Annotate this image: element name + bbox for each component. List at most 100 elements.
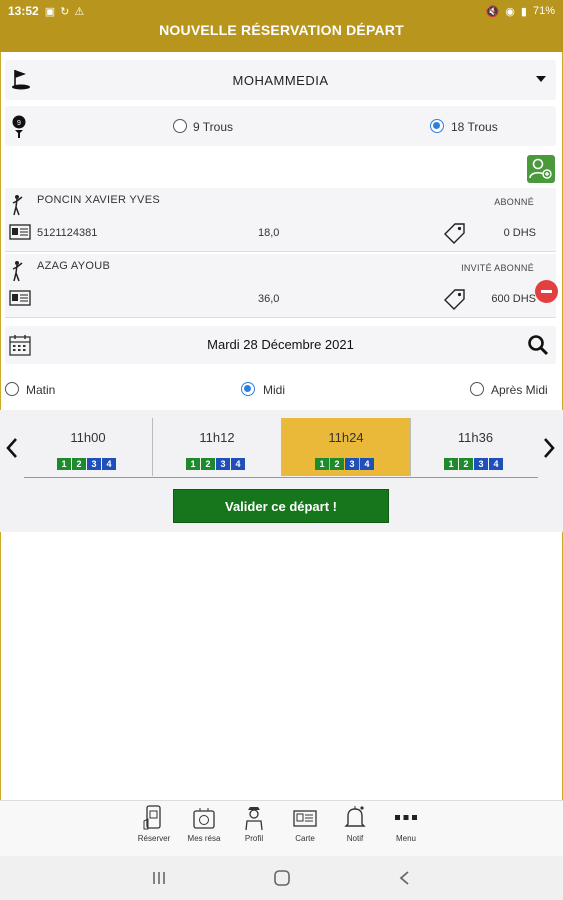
golf-bag-icon	[193, 808, 215, 829]
slot-spot: 4	[231, 458, 245, 470]
search-icon[interactable]	[527, 334, 549, 356]
chevron-right-icon[interactable]	[542, 437, 556, 459]
id-card-icon	[9, 224, 31, 240]
golfer-icon	[12, 195, 23, 216]
slot-time: 11h36	[457, 430, 494, 445]
player-handicap: 36,0	[258, 293, 280, 305]
radio-afternoon[interactable]	[470, 382, 484, 396]
status-bar: 13:52 ▣ ↻ ⚠ 🔇 ◉ ▮ 71%	[0, 0, 563, 22]
period-selector: Matin Midi Après Midi	[0, 378, 563, 402]
player-name: PONCIN XAVIER YVES	[37, 194, 160, 206]
golfer-icon	[12, 261, 23, 282]
bell-icon	[344, 806, 366, 827]
nav-item-reserver[interactable]: Réserver	[131, 805, 177, 843]
id-card-icon	[9, 290, 31, 306]
club-selector[interactable]: MOHAMMEDIA	[5, 60, 556, 100]
nav-item-notif[interactable]: Notif	[332, 805, 378, 843]
slot-spot: 1	[315, 458, 329, 470]
player-price: 600 DHS	[491, 293, 536, 305]
slot-availability: 1 2 3 4	[186, 458, 245, 470]
price-tag-icon	[444, 289, 465, 310]
system-navigation-bar	[0, 856, 563, 900]
nav-item-carte[interactable]: Carte	[282, 805, 328, 843]
nav-label: Notif	[346, 834, 364, 843]
time-slot[interactable]: 11h36 1 2 3 4	[411, 418, 540, 476]
date-selector[interactable]: Mardi 28 Décembre 2021	[5, 326, 556, 364]
player-type: INVITÉ ABONNÉ	[461, 263, 534, 273]
slot-spot: 2	[201, 458, 215, 470]
selected-date: Mardi 28 Décembre 2021	[207, 337, 354, 352]
remove-player-button[interactable]	[535, 280, 558, 303]
recent-apps-icon[interactable]	[150, 870, 168, 886]
nav-label: Réserver	[137, 834, 171, 843]
golf-ball-tee-icon: 9	[12, 115, 26, 138]
sync-notification-icon: ↻	[60, 5, 70, 18]
slot-availability: 1 2 3 4	[444, 458, 503, 470]
holes-selector: 9 9 Trous 18 Trous	[5, 106, 556, 146]
label-9-holes: 9 Trous	[193, 120, 234, 134]
slot-spot: 4	[489, 458, 503, 470]
slot-spot: 1	[57, 458, 71, 470]
slot-spot: 3	[474, 458, 488, 470]
signal-icon: ▮	[520, 5, 527, 18]
slots-divider	[24, 477, 538, 478]
chevron-down-icon[interactable]	[536, 76, 546, 82]
price-tag-icon	[444, 223, 465, 244]
nav-item-menu[interactable]: Menu	[383, 805, 429, 843]
label-afternoon: Après Midi	[491, 383, 548, 397]
slot-spot: 2	[330, 458, 344, 470]
player-handicap: 18,0	[258, 227, 280, 239]
page-title: NOUVELLE RÉSERVATION DÉPART	[0, 22, 563, 52]
player-type: ABONNÉ	[494, 197, 534, 207]
golfer-profile-icon	[245, 807, 263, 831]
slot-spot: 4	[360, 458, 374, 470]
nav-label: Carte	[295, 834, 315, 843]
slot-availability: 1 2 3 4	[315, 458, 374, 470]
nav-label: Mes résa	[187, 834, 221, 843]
time-slot[interactable]: 11h00 1 2 3 4	[24, 418, 153, 476]
player-card[interactable]: AZAG AYOUB INVITÉ ABONNÉ 36,0 600 DHS	[5, 254, 556, 318]
nav-label: Menu	[395, 834, 416, 843]
image-notification-icon: ▣	[44, 5, 56, 18]
club-name: MOHAMMEDIA	[232, 72, 329, 88]
back-icon[interactable]	[396, 870, 414, 886]
player-license-number: 5121124381	[37, 227, 98, 239]
slot-availability: 1 2 3 4	[57, 458, 116, 470]
slot-spot: 1	[444, 458, 458, 470]
label-noon: Midi	[263, 383, 286, 397]
player-name: AZAG AYOUB	[37, 260, 111, 272]
wifi-icon: ◉	[505, 5, 515, 18]
radio-9-holes[interactable]	[173, 119, 187, 133]
radio-noon[interactable]	[241, 382, 255, 396]
add-player-button[interactable]	[527, 155, 555, 183]
slot-spot: 2	[72, 458, 86, 470]
slot-time: 11h24	[328, 430, 364, 445]
slot-spot: 2	[459, 458, 473, 470]
warning-notification-icon: ⚠	[74, 5, 85, 18]
golf-flag-icon	[12, 70, 30, 90]
mute-icon: 🔇	[485, 5, 500, 18]
slot-time: 11h00	[70, 430, 106, 445]
label-18-holes: 18 Trous	[451, 120, 498, 134]
time-slot[interactable]: 11h12 1 2 3 4	[153, 418, 282, 476]
slot-time: 11h12	[199, 430, 235, 445]
status-time: 13:52	[8, 4, 39, 18]
add-user-icon	[529, 158, 552, 179]
time-slot-selected[interactable]: 11h24 1 2 3 4	[282, 418, 411, 476]
slot-spot: 3	[87, 458, 101, 470]
radio-morning[interactable]	[5, 382, 19, 396]
slot-spot: 3	[216, 458, 230, 470]
nav-item-mes-resa[interactable]: Mes résa	[181, 805, 227, 843]
slot-spot: 3	[345, 458, 359, 470]
svg-text:9: 9	[17, 120, 21, 127]
home-icon[interactable]	[273, 870, 291, 886]
member-card-icon	[293, 810, 317, 827]
radio-18-holes[interactable]	[430, 119, 444, 133]
player-card[interactable]: PONCIN XAVIER YVES ABONNÉ 5121124381 18,…	[5, 188, 556, 252]
chevron-left-icon[interactable]	[5, 437, 19, 459]
validate-button[interactable]: Valider ce départ !	[173, 489, 389, 523]
bottom-navigation: Réserver Mes résa Profil Carte Notif Men…	[0, 800, 563, 856]
nav-item-profil[interactable]: Profil	[231, 805, 277, 843]
phone-calendar-icon	[143, 805, 161, 830]
more-dots-icon	[395, 815, 417, 820]
